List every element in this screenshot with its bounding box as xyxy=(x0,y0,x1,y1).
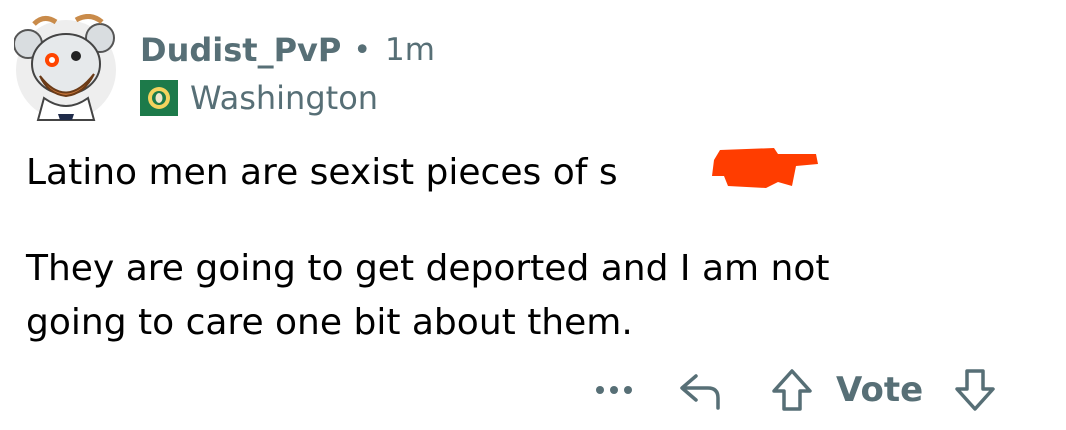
flair-row: Washington xyxy=(140,76,435,120)
user-flair: Washington xyxy=(190,79,379,117)
redaction-scribble xyxy=(712,148,818,188)
author-row: Dudist_PvP • 1m xyxy=(140,28,435,72)
more-options-button[interactable] xyxy=(590,370,638,410)
downvote-arrow-icon xyxy=(955,369,995,411)
more-dots-icon xyxy=(596,386,632,394)
washington-flag-icon xyxy=(140,80,178,116)
author-name[interactable]: Dudist_PvP xyxy=(140,31,341,69)
user-avatar[interactable] xyxy=(13,14,118,122)
snoo-avatar-icon xyxy=(13,14,116,121)
vote-count-label: Vote xyxy=(836,370,924,410)
upvote-button[interactable] xyxy=(768,366,816,414)
reply-button[interactable] xyxy=(676,366,724,414)
comment-paragraph-2: They are going to get deported and I am … xyxy=(26,248,830,343)
reply-arrow-icon xyxy=(680,374,720,410)
timestamp: 1m xyxy=(385,32,435,68)
downvote-button[interactable] xyxy=(951,366,999,414)
comment: Dudist_PvP • 1m Washington Latino men ar… xyxy=(0,0,1066,430)
comment-action-bar: Vote xyxy=(590,362,999,418)
comment-meta: Dudist_PvP • 1m Washington xyxy=(140,28,435,120)
comment-paragraph-1: Latino men are sexist pieces of s xyxy=(26,152,618,193)
meta-separator: • xyxy=(353,32,372,68)
upvote-arrow-icon xyxy=(772,369,812,411)
